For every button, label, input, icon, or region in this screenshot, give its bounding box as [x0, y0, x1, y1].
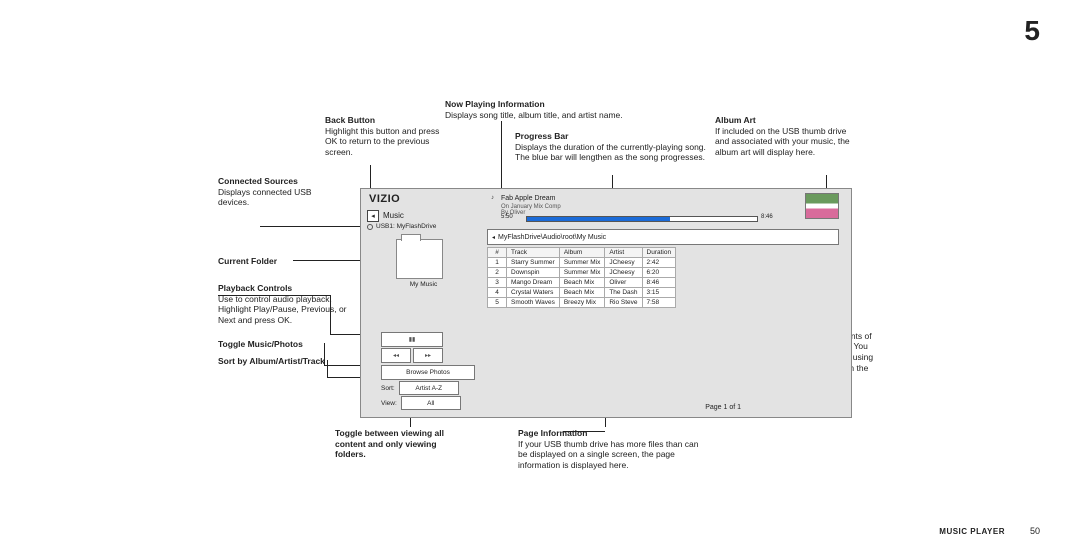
table-row[interactable]: 3Mango DreamBeach MixOliver8:46: [488, 278, 676, 288]
table-row[interactable]: 1Starry SummerSummer MixJCheesy2:42: [488, 258, 676, 268]
table-cell: Beach Mix: [559, 288, 604, 298]
path-back-icon[interactable]: ◂: [492, 234, 495, 241]
tracks-table: #TrackAlbumArtistDuration 1Starry Summer…: [487, 247, 676, 308]
table-cell: 4: [488, 288, 507, 298]
ann-back-button: Back ButtonHighlight this button and pre…: [325, 115, 445, 158]
ann-toggle-mp: Toggle Music/Photos: [218, 339, 348, 350]
time-total: 8:46: [761, 214, 773, 220]
table-row[interactable]: 4Crystal WatersBeach MixThe Dash3:15: [488, 288, 676, 298]
next-button[interactable]: ▸▸: [413, 348, 443, 363]
playback-controls: ▮▮: [381, 332, 443, 347]
view-value[interactable]: All: [401, 396, 461, 410]
table-cell: The Dash: [605, 288, 642, 298]
ann-progress-bar: Progress BarDisplays the duration of the…: [515, 131, 715, 163]
table-row[interactable]: 5Smooth WavesBreezy MixRio Steve7:58: [488, 298, 676, 308]
table-cell: Rio Steve: [605, 298, 642, 308]
progress-bar[interactable]: [526, 216, 758, 222]
table-cell: 7:58: [642, 298, 676, 308]
sort-value[interactable]: Artist A-Z: [399, 381, 459, 395]
music-player-screen: VIZIO ◂ Music USB1: MyFlashDrive My Musi…: [360, 188, 852, 418]
chapter-number: 5: [1024, 15, 1040, 47]
ann-now-playing: Now Playing InformationDisplays song tit…: [445, 99, 695, 120]
path-bar[interactable]: ◂ MyFlashDrive\Audio\root\My Music: [487, 229, 839, 245]
current-folder-icon[interactable]: [396, 239, 443, 279]
table-cell: Summer Mix: [559, 268, 604, 278]
table-cell: 3:15: [642, 288, 676, 298]
music-note-icon: ♪: [491, 195, 494, 201]
ann-page-info: Page InformationIf your USB thumb drive …: [518, 428, 708, 471]
back-button[interactable]: ◂: [367, 210, 379, 222]
table-cell: JCheesy: [605, 258, 642, 268]
table-cell: Beach Mix: [559, 278, 604, 288]
time-elapsed: 5:50: [501, 214, 513, 220]
current-folder-label: My Music: [396, 281, 451, 288]
table-cell: 5: [488, 298, 507, 308]
table-cell: JCheesy: [605, 268, 642, 278]
brand-logo: VIZIO: [369, 193, 400, 205]
table-cell: Starry Summer: [507, 258, 560, 268]
column-header[interactable]: Artist: [605, 248, 642, 258]
play-pause-button[interactable]: ▮▮: [381, 332, 443, 347]
table-cell: 2:42: [642, 258, 676, 268]
view-label: View:: [381, 400, 397, 407]
ann-sources: Connected SourcesDisplays connected USB …: [218, 176, 328, 208]
table-cell: Mango Dream: [507, 278, 560, 288]
ann-toggle-view: Toggle between viewing all content and o…: [335, 428, 455, 460]
column-header[interactable]: Duration: [642, 248, 676, 258]
table-cell: Oliver: [605, 278, 642, 288]
table-cell: Smooth Waves: [507, 298, 560, 308]
table-cell: Downspin: [507, 268, 560, 278]
page-number: 50: [1030, 526, 1040, 536]
usb-icon: [367, 224, 373, 230]
page-info: Page 1 of 1: [705, 404, 741, 411]
table-row[interactable]: 2DownspinSummer MixJCheesy6:20: [488, 268, 676, 278]
table-cell: Breezy Mix: [559, 298, 604, 308]
table-cell: 3: [488, 278, 507, 288]
breadcrumb: Music: [383, 211, 404, 220]
ann-current-folder: Current Folder: [218, 256, 328, 267]
browse-photos-button[interactable]: Browse Photos: [381, 365, 475, 380]
table-cell: Summer Mix: [559, 258, 604, 268]
column-header[interactable]: Track: [507, 248, 560, 258]
column-header[interactable]: Album: [559, 248, 604, 258]
table-cell: 6:20: [642, 268, 676, 278]
table-cell: Crystal Waters: [507, 288, 560, 298]
now-playing-title: Fab Apple Dream: [501, 195, 555, 202]
footer-label: MUSIC PLAYER: [939, 527, 1005, 536]
column-header[interactable]: #: [488, 248, 507, 258]
album-art: [805, 193, 839, 219]
connected-source[interactable]: USB1: MyFlashDrive: [367, 223, 436, 230]
ann-album-art: Album ArtIf included on the USB thumb dr…: [715, 115, 855, 158]
ann-playback: Playback ControlsUse to control audio pl…: [218, 283, 348, 326]
sort-label: Sort:: [381, 385, 395, 392]
table-cell: 1: [488, 258, 507, 268]
table-cell: 8:46: [642, 278, 676, 288]
prev-button[interactable]: ◂◂: [381, 348, 411, 363]
table-cell: 2: [488, 268, 507, 278]
